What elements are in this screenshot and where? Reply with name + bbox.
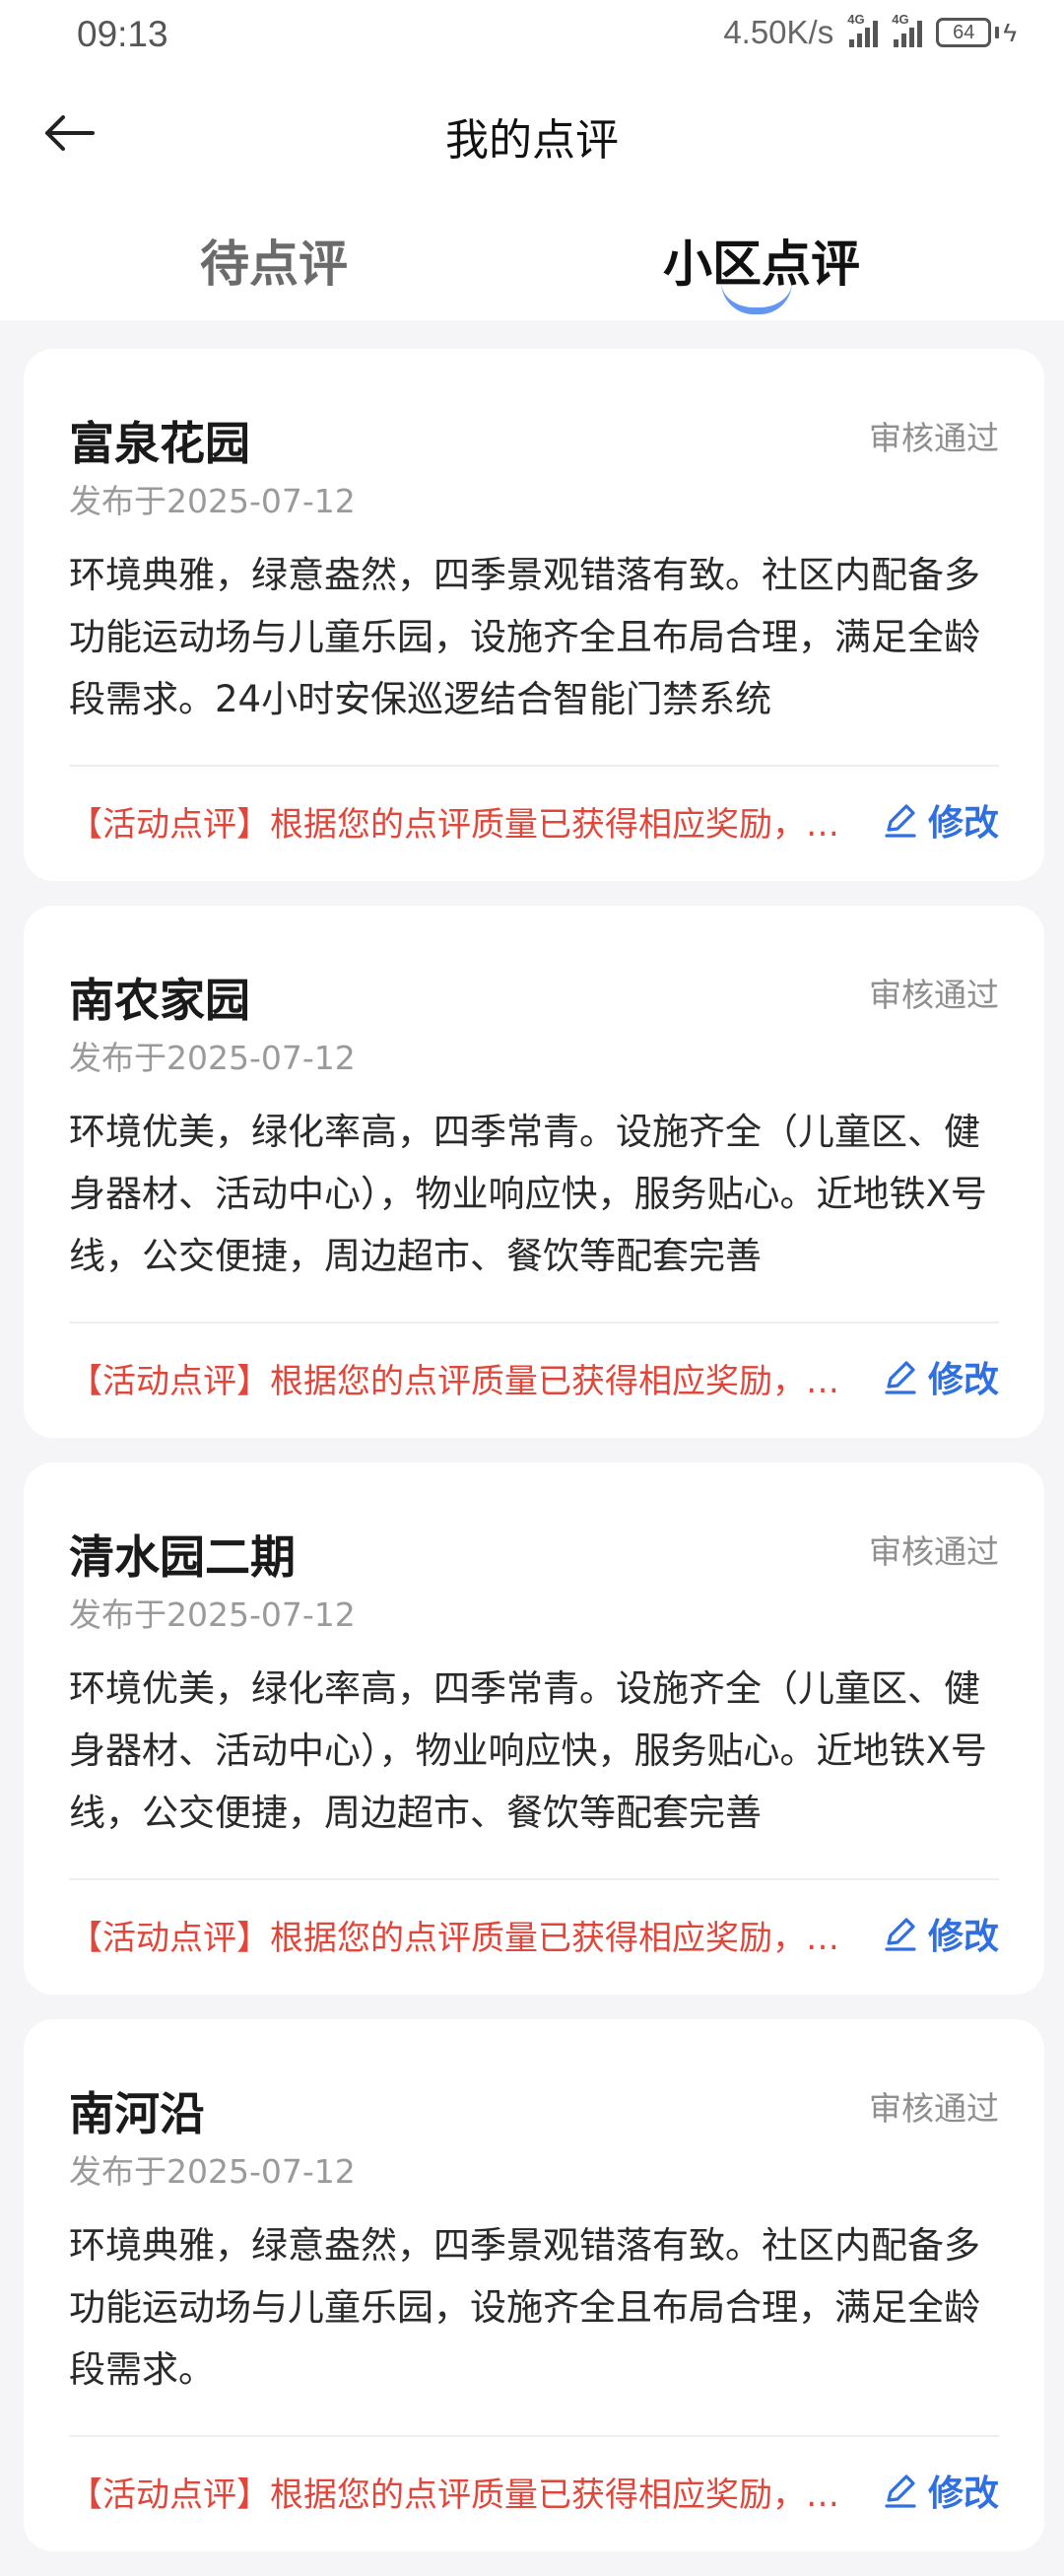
review-content: 环境典雅，绿意盎然，四季景观错落有致。社区内配备多功能运动场与儿童乐园，设施齐全…: [69, 554, 980, 720]
edit-label: 修改: [927, 2474, 999, 2514]
net-speed: 4.50K/s: [723, 14, 834, 50]
signal-icon-2: 4G: [892, 12, 923, 47]
review-status: 审核通过: [869, 2089, 999, 2128]
charging-icon: ϟ: [1003, 18, 1017, 47]
publish-date: 发布于2025-07-12: [69, 1595, 356, 1634]
edit-button[interactable]: 修改: [881, 1351, 999, 1402]
activity-reward-notice: 【活动点评】根据您的点评质量已获得相应奖励，请查收: [69, 1919, 857, 1958]
edit-label: 修改: [927, 803, 999, 844]
divider: [69, 2435, 999, 2437]
edit-label: 修改: [927, 1360, 999, 1400]
header: 我的点评 待点评 小区点评: [0, 79, 1064, 320]
status-time: 09:13: [77, 14, 168, 54]
tab-pending-review[interactable]: 待点评: [200, 225, 348, 296]
review-content: 环境优美，绿化率高，四季常青。设施齐全（儿童区、健身器材、活动中心），物业响应快…: [69, 1111, 987, 1277]
edit-icon: [885, 1361, 916, 1394]
activity-reward-notice: 【活动点评】根据您的点评质量已获得相应奖励，请查收: [69, 805, 857, 845]
status-bar: 09:13 4.50K/s 4G 4G 64 ϟ: [0, 0, 1064, 79]
review-list[interactable]: 富泉花园 审核通过 发布于2025-07-12 环境典雅，绿意盎然，四季景观错落…: [24, 349, 1044, 2576]
community-name: 清水园二期: [69, 1530, 296, 1584]
review-content: 环境典雅，绿意盎然，四季景观错落有致。社区内配备多功能运动场与儿童乐园，设施齐全…: [69, 2224, 980, 2391]
review-status: 审核通过: [869, 419, 999, 457]
community-name: 南河沿: [69, 2087, 205, 2140]
activity-reward-notice: 【活动点评】根据您的点评质量已获得相应奖励，请查收: [69, 1362, 857, 1401]
community-name: 富泉花园: [69, 417, 250, 470]
page-title: 我的点评: [445, 115, 619, 166]
publish-date: 发布于2025-07-12: [69, 2152, 356, 2191]
publish-date: 发布于2025-07-12: [69, 482, 356, 520]
review-content: 环境优美，绿化率高，四季常青。设施齐全（儿童区、健身器材、活动中心），物业响应快…: [69, 1667, 987, 1834]
edit-icon: [885, 804, 916, 838]
edit-button[interactable]: 修改: [881, 2465, 999, 2516]
divider: [69, 765, 999, 767]
activity-reward-notice: 【活动点评】根据您的点评质量已获得相应奖励，请查收: [69, 2475, 857, 2515]
review-status: 审核通过: [869, 1532, 999, 1571]
edit-label: 修改: [927, 1917, 999, 1957]
review-card[interactable]: 南农家园 审核通过 发布于2025-07-12 环境优美，绿化率高，四季常青。设…: [24, 906, 1044, 1438]
battery-icon: 64 ϟ: [936, 18, 1017, 47]
edit-button[interactable]: 修改: [881, 794, 999, 846]
review-card[interactable]: 清水园二期 审核通过 发布于2025-07-12 环境优美，绿化率高，四季常青。…: [24, 1462, 1044, 1995]
active-tab-indicator: [721, 282, 792, 314]
divider: [69, 1322, 999, 1323]
review-status: 审核通过: [869, 976, 999, 1014]
edit-icon: [885, 2474, 916, 2508]
community-name: 南农家园: [69, 974, 250, 1027]
review-card[interactable]: 南河沿 审核通过 发布于2025-07-12 环境典雅，绿意盎然，四季景观错落有…: [24, 2019, 1044, 2551]
review-card[interactable]: 富泉花园 审核通过 发布于2025-07-12 环境典雅，绿意盎然，四季景观错落…: [24, 349, 1044, 881]
signal-icon: 4G: [847, 12, 879, 47]
edit-icon: [885, 1918, 916, 1951]
divider: [69, 1878, 999, 1880]
publish-date: 发布于2025-07-12: [69, 1039, 356, 1077]
edit-button[interactable]: 修改: [881, 1908, 999, 1959]
battery-level: 64: [936, 18, 992, 47]
status-icons: 4.50K/s 4G 4G 64 ϟ: [723, 12, 1017, 51]
